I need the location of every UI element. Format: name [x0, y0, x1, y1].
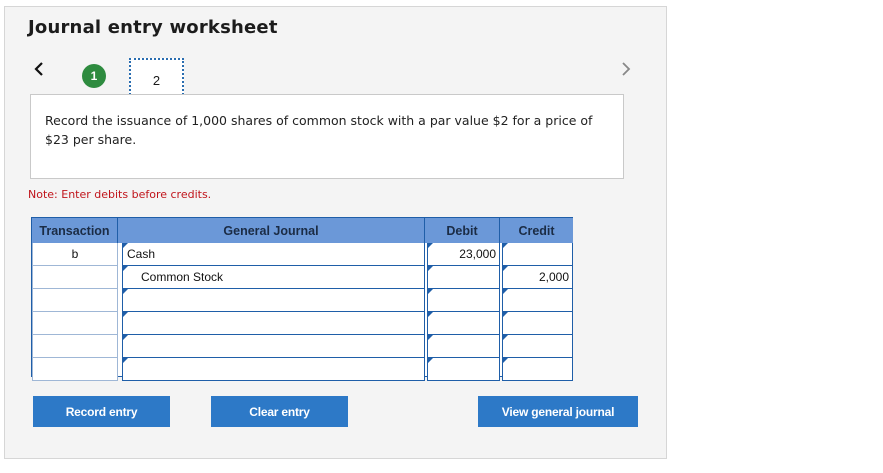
chevron-left-icon — [34, 62, 43, 76]
credit-cell[interactable] — [502, 312, 573, 335]
account-cell[interactable] — [122, 335, 425, 358]
dropdown-marker-icon — [123, 243, 128, 248]
credit-header: Credit — [500, 218, 573, 243]
general-journal-header: General Journal — [118, 218, 425, 243]
dropdown-marker-icon — [503, 312, 508, 317]
account-text: Common Stock — [141, 270, 224, 284]
dropdown-marker-icon — [123, 266, 128, 271]
instruction-box: Record the issuance of 1,000 shares of c… — [30, 94, 624, 179]
account-cell[interactable] — [122, 289, 425, 312]
account-cell[interactable] — [122, 358, 425, 381]
dropdown-marker-icon — [123, 335, 128, 340]
debit-cell[interactable] — [427, 358, 500, 381]
credit-cell[interactable]: 2,000 — [502, 266, 573, 289]
dropdown-marker-icon — [123, 289, 128, 294]
dropdown-marker-icon — [428, 335, 433, 340]
account-cell[interactable] — [122, 312, 425, 335]
transaction-cell[interactable] — [32, 335, 118, 358]
dropdown-marker-icon — [428, 289, 433, 294]
previous-step-button[interactable] — [30, 58, 48, 80]
clear-entry-button[interactable]: Clear entry — [211, 396, 348, 427]
dropdown-marker-icon — [503, 358, 508, 363]
credit-text: 2,000 — [538, 270, 569, 284]
account-cell[interactable]: Cash — [122, 243, 425, 266]
journal-entry-table: Transaction General Journal Debit Credit… — [31, 217, 573, 381]
credit-cell[interactable] — [502, 289, 573, 312]
debit-cell[interactable] — [427, 266, 500, 289]
chevron-right-icon — [622, 62, 631, 76]
note-text: Note: Enter debits before credits. — [28, 188, 212, 201]
credit-cell[interactable] — [502, 335, 573, 358]
account-text: Cash — [127, 247, 156, 261]
next-step-button[interactable] — [617, 58, 635, 80]
dropdown-marker-icon — [428, 358, 433, 363]
transaction-cell[interactable]: b — [32, 243, 118, 266]
record-entry-button[interactable]: Record entry — [33, 396, 170, 427]
page-title: Journal entry worksheet — [28, 17, 278, 38]
dropdown-marker-icon — [428, 243, 433, 248]
debit-header: Debit — [425, 218, 500, 243]
credit-cell[interactable] — [502, 243, 573, 266]
transaction-cell[interactable] — [32, 266, 118, 289]
debit-cell[interactable] — [427, 335, 500, 358]
step-1-badge[interactable]: 1 — [82, 64, 106, 88]
dropdown-marker-icon — [503, 335, 508, 340]
dropdown-marker-icon — [503, 266, 508, 271]
dropdown-marker-icon — [503, 243, 508, 248]
transaction-cell[interactable] — [32, 289, 118, 312]
transaction-cell[interactable] — [32, 312, 118, 335]
debit-cell[interactable]: 23,000 — [427, 243, 500, 266]
credit-cell[interactable] — [502, 358, 573, 381]
debit-cell[interactable] — [427, 289, 500, 312]
dropdown-marker-icon — [123, 312, 128, 317]
transaction-cell[interactable] — [32, 358, 118, 381]
debit-cell[interactable] — [427, 312, 500, 335]
instruction-text: Record the issuance of 1,000 shares of c… — [45, 113, 593, 147]
view-general-journal-button[interactable]: View general journal — [478, 396, 638, 427]
account-cell[interactable]: Common Stock — [122, 266, 425, 289]
dropdown-marker-icon — [503, 289, 508, 294]
dropdown-marker-icon — [428, 266, 433, 271]
dropdown-marker-icon — [123, 358, 128, 363]
dropdown-marker-icon — [428, 312, 433, 317]
transaction-header: Transaction — [32, 218, 118, 243]
debit-text: 23,000 — [459, 247, 496, 261]
